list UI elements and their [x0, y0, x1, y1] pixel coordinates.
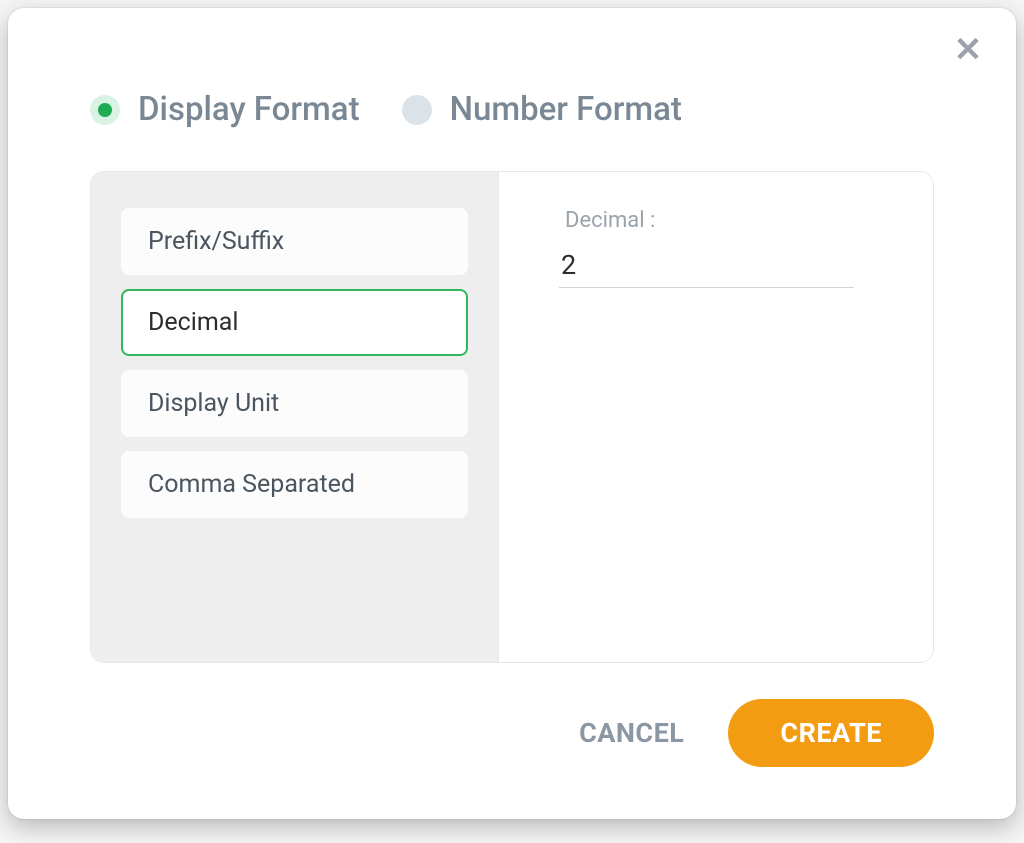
- radio-unselected-icon: [402, 95, 432, 125]
- option-comma-separated[interactable]: Comma Separated: [121, 451, 468, 518]
- form-panel: Decimal :: [499, 172, 933, 662]
- decimal-input[interactable]: [559, 243, 854, 288]
- close-icon: ✕: [954, 33, 983, 67]
- tabs-header: Display Format Number Format: [8, 8, 1016, 129]
- tab-number-format[interactable]: Number Format: [402, 90, 682, 129]
- option-display-unit[interactable]: Display Unit: [121, 370, 468, 437]
- format-dialog: ✕ Display Format Number Format Prefix/Su…: [8, 8, 1016, 819]
- decimal-field-label: Decimal :: [565, 208, 873, 233]
- tab-display-format[interactable]: Display Format: [90, 90, 360, 129]
- options-sidebar: Prefix/Suffix Decimal Display Unit Comma…: [91, 172, 499, 662]
- radio-selected-icon: [90, 95, 120, 125]
- option-prefix-suffix[interactable]: Prefix/Suffix: [121, 208, 468, 275]
- dialog-footer: CANCEL CREATE: [8, 663, 1016, 819]
- option-decimal[interactable]: Decimal: [121, 289, 468, 356]
- cancel-button[interactable]: CANCEL: [579, 717, 684, 749]
- content-panel: Prefix/Suffix Decimal Display Unit Comma…: [90, 171, 934, 663]
- tab-number-format-label: Number Format: [450, 90, 682, 129]
- radio-dot-icon: [98, 103, 112, 117]
- tab-display-format-label: Display Format: [138, 90, 360, 129]
- close-button[interactable]: ✕: [952, 34, 984, 66]
- create-button[interactable]: CREATE: [728, 699, 934, 767]
